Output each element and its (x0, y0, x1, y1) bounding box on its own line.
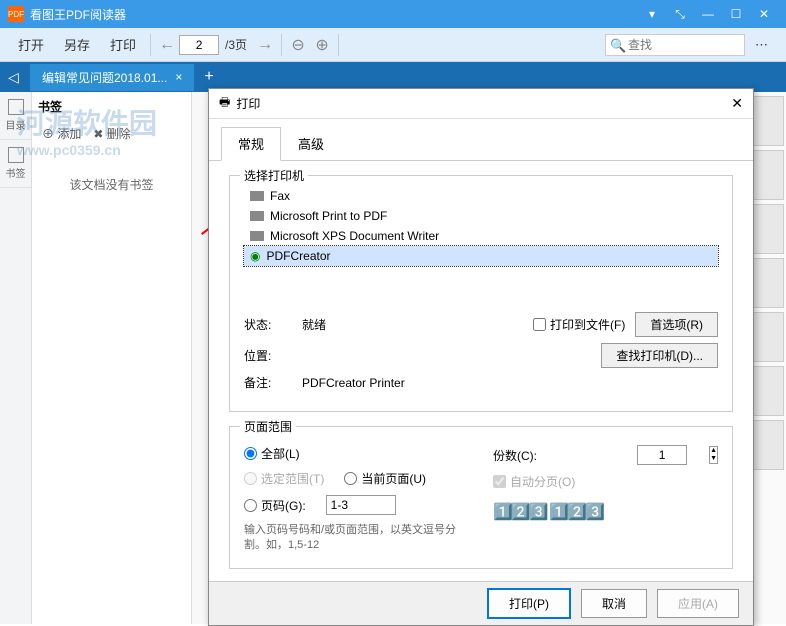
dropdown-icon[interactable]: ▾ (640, 4, 664, 24)
page-number-input[interactable] (179, 35, 219, 55)
copies-spinner[interactable]: ▲▼ (709, 446, 718, 464)
dialog-close-icon[interactable]: ✕ (731, 95, 743, 112)
print-button[interactable]: 打印 (100, 31, 146, 59)
range-all-radio[interactable]: 全部(L) (244, 445, 300, 462)
zoom-out-icon[interactable]: ⊖ (286, 35, 310, 55)
printer-selection-group: 选择打印机 Fax Microsoft Print to PDF Microso… (229, 175, 733, 412)
bookmark-panel-title: 书签 (38, 98, 185, 115)
prev-page-icon[interactable]: ← (155, 36, 179, 54)
copies-input[interactable] (637, 445, 687, 465)
range-hint: 输入页码号码和/或页面范围，以英文逗号分割。如，1,5-12 (244, 523, 469, 554)
page-thumbnail[interactable] (749, 150, 784, 200)
sidetab-bookmark[interactable]: 书签 (0, 140, 31, 188)
location-label: 位置: (244, 347, 292, 364)
print-dialog: 🖶 打印 ✕ 常规 高级 选择打印机 Fax Microsoft Print t… (208, 88, 754, 626)
dialog-titlebar: 🖶 打印 ✕ (209, 89, 753, 119)
tab-advanced[interactable]: 高级 (281, 127, 341, 160)
bookmark-add-button[interactable]: ⊕ 添加 (42, 125, 81, 142)
fullscreen-icon[interactable]: ⤡ (668, 4, 692, 24)
app-title: 看图王PDF阅读器 (30, 6, 126, 23)
range-current-radio[interactable]: 当前页面(U) (344, 470, 426, 487)
bookmark-delete-button[interactable]: ✖ 删除 (93, 125, 130, 142)
collate-preview-icon: 1️⃣2️⃣3️⃣ 1️⃣2️⃣3️⃣ (493, 502, 718, 522)
printer-item[interactable]: Fax (244, 186, 718, 206)
printer-item[interactable]: Microsoft Print to PDF (244, 206, 718, 226)
maximize-icon[interactable]: ☐ (724, 4, 748, 24)
preferences-button[interactable]: 首选项(R) (635, 312, 718, 337)
status-label: 状态: (244, 316, 292, 333)
tab-filename: 编辑常见问题2018.01... (42, 69, 167, 86)
cancel-button[interactable]: 取消 (581, 589, 647, 618)
dialog-title: 打印 (236, 95, 260, 112)
copies-label: 份数(C): (493, 447, 537, 464)
app-logo-icon: PDF (8, 6, 24, 22)
close-window-icon[interactable]: ✕ (752, 4, 776, 24)
printer-item-icon (250, 191, 264, 201)
search-icon: 🔍 (610, 38, 626, 54)
bookmark-panel: 书签 ⊕ 添加 ✖ 删除 该文档没有书签 (32, 92, 192, 624)
printer-item-icon (250, 211, 264, 221)
printer-item-icon (250, 231, 264, 241)
printer-item-selected[interactable]: ◉PDFCreator (244, 246, 718, 266)
range-selection-radio: 选定范围(T) (244, 470, 324, 487)
status-value: 就绪 (302, 316, 523, 333)
tab-back-icon[interactable]: ◁ (8, 69, 19, 86)
find-printer-button[interactable]: 查找打印机(D)... (601, 343, 718, 368)
printer-check-icon: ◉ (250, 249, 260, 263)
print-to-file-checkbox[interactable]: 打印到文件(F) (533, 316, 625, 333)
apply-button: 应用(A) (657, 589, 739, 618)
printer-list[interactable]: Fax Microsoft Print to PDF Microsoft XPS… (244, 186, 718, 266)
new-tab-icon[interactable]: + (204, 68, 213, 86)
comment-label: 备注: (244, 374, 292, 391)
page-total: /3页 (225, 36, 247, 53)
bookmark-icon (8, 147, 24, 163)
page-thumbnail[interactable] (749, 204, 784, 254)
page-thumbnail[interactable] (749, 366, 784, 416)
sidetab-outline[interactable]: 目录 (0, 92, 31, 140)
tab-general[interactable]: 常规 (221, 127, 281, 161)
page-thumbnail[interactable] (749, 420, 784, 470)
minimize-icon[interactable]: — (696, 4, 720, 24)
open-button[interactable]: 打开 (8, 31, 54, 59)
page-thumbnail[interactable] (749, 312, 784, 362)
comment-value: PDFCreator Printer (302, 376, 718, 390)
collate-checkbox: 自动分页(O) (493, 473, 575, 490)
bookmark-empty-text: 该文档没有书签 (38, 176, 185, 193)
page-thumbnail[interactable] (749, 258, 784, 308)
page-range-input[interactable] (326, 495, 396, 515)
print-confirm-button[interactable]: 打印(P) (487, 588, 571, 619)
printer-item[interactable]: Microsoft XPS Document Writer (244, 226, 718, 246)
range-pages-radio[interactable]: 页码(G): (244, 497, 306, 514)
tab-close-icon[interactable]: × (175, 70, 182, 84)
side-tab-strip: 目录 书签 (0, 92, 32, 624)
window-titlebar: PDF 看图王PDF阅读器 ▾ ⤡ — ☐ ✕ (0, 0, 786, 28)
main-toolbar: 打开 另存 打印 ← /3页 → ⊖ ⊕ 🔍 ⋯ (0, 28, 786, 62)
range-group-legend: 页面范围 (240, 418, 296, 435)
more-icon[interactable]: ⋯ (745, 31, 778, 59)
zoom-in-icon[interactable]: ⊕ (310, 35, 334, 55)
outline-icon (8, 99, 24, 115)
dialog-tabs: 常规 高级 (209, 119, 753, 161)
page-thumbnail[interactable] (749, 96, 784, 146)
document-tab[interactable]: 编辑常见问题2018.01... × (30, 64, 194, 91)
dialog-button-bar: 打印(P) 取消 应用(A) (209, 581, 753, 625)
printer-group-legend: 选择打印机 (240, 167, 308, 184)
next-page-icon[interactable]: → (253, 36, 277, 54)
printer-icon: 🖶 (219, 93, 230, 114)
saveas-button[interactable]: 另存 (54, 31, 100, 59)
page-range-group: 页面范围 全部(L) 选定范围(T) 当前页面(U) 页码(G): 输入页码号码… (229, 426, 733, 569)
